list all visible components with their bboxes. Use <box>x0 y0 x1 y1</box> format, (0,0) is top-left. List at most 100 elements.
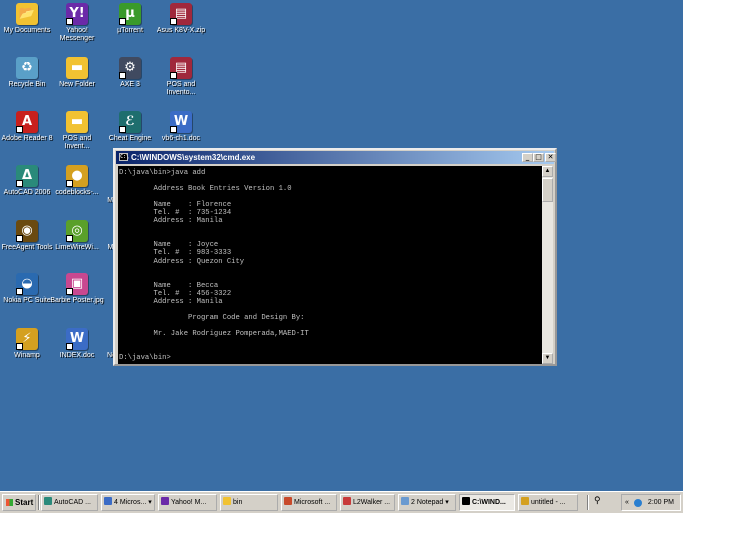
adobe-reader-icon: A <box>16 111 38 133</box>
console-text: D:\java\bin>java add Address Book Entrie… <box>119 169 309 363</box>
freeagent-icon: ◉ <box>16 220 38 242</box>
desktop-icon-pos-and-invent[interactable]: ▬ POS and Invent... <box>50 111 104 151</box>
desktop-icon-label: Yahoo! Messenger <box>59 27 95 42</box>
desktop-icon-recycle-bin[interactable]: ♻ Recycle Bin <box>0 57 54 89</box>
desktop-icon-label: POS and Invent... <box>62 135 92 150</box>
desktop-icon-label: Winamp <box>14 352 40 359</box>
taskbar-app-icon <box>343 497 351 505</box>
utorrent-icon: µ <box>119 3 141 25</box>
network-icon[interactable] <box>634 499 642 507</box>
taskbar-button-microsoft[interactable]: Microsoft ... <box>281 494 337 511</box>
cmd-window[interactable]: C:\ C:\WINDOWS\system32\cmd.exe _ □ ✕ D:… <box>113 148 557 366</box>
system-tray: « 2:00 PM <box>621 494 681 511</box>
winrar-icon: ▤ <box>170 3 192 25</box>
close-button[interactable]: ✕ <box>545 153 556 162</box>
desktop-icon-pos-and-invento[interactable]: ▤ POS and Invento... <box>154 57 208 97</box>
desktop-icon-adobe-reader-8[interactable]: A Adobe Reader 8 <box>0 111 54 143</box>
desktop: 📂 My Documents Y! Yahoo! Messenger µ µTorrent… <box>0 0 683 491</box>
taskbar-button-label: bin <box>233 499 243 506</box>
folder-icon: ▬ <box>66 111 88 133</box>
minimize-button[interactable]: _ <box>522 153 533 162</box>
cmd-title: C:\WINDOWS\system32\cmd.exe <box>131 153 256 162</box>
taskbar-button-label: AutoCAD ... <box>54 499 91 506</box>
desktop-icon-label: LimeWireWi... <box>55 244 99 251</box>
cmd-title-bar[interactable]: C:\ C:\WINDOWS\system32\cmd.exe _ □ ✕ <box>116 151 556 164</box>
desktop-icon-nokia-pc-suite[interactable]: ◒ Nokia PC Suite <box>0 273 54 305</box>
desktop-icon-label: New Folder <box>59 81 95 88</box>
desktop-icon-label: vb6-ch1.doc <box>161 135 201 142</box>
taskbar-button-label: untitled - ... <box>531 499 566 506</box>
taskbar-button-untitled[interactable]: untitled - ... <box>518 494 578 511</box>
desktop-icon-barbie-poster-jpg[interactable]: ▣ Barbie Poster.jpg <box>50 273 104 305</box>
desktop-icon-yahoo-messenger[interactable]: Y! Yahoo! Messenger <box>50 3 104 43</box>
desktop-icon-my-documents[interactable]: 📂 My Documents <box>0 3 54 35</box>
tray-expand-chevron[interactable]: « <box>625 495 629 510</box>
desktop-icon-freeagent-tools[interactable]: ◉ FreeAgent Tools <box>0 220 54 252</box>
desktop-icon-label: µTorrent <box>117 27 143 34</box>
image-file-icon: ▣ <box>66 273 88 295</box>
folder-icon: ▬ <box>66 57 88 79</box>
taskbar-button-label: 2 Notepad ▾ <box>411 499 449 506</box>
desktop-icon-torrent[interactable]: µ µTorrent <box>103 3 157 35</box>
desktop-icon-winamp[interactable]: ⚡ Winamp <box>0 328 54 360</box>
taskbar-button-yahoo-m[interactable]: Yahoo! M... <box>158 494 217 511</box>
taskbar-button-autocad[interactable]: AutoCAD ... <box>41 494 98 511</box>
start-label: Start <box>15 498 34 507</box>
desktop-icon-label: INDEX.doc <box>59 352 95 359</box>
cheat-engine-icon: ℰ <box>119 111 141 133</box>
yahoo-icon: Y! <box>66 3 88 25</box>
recycle-bin-icon: ♻ <box>16 57 38 79</box>
desktop-icon-vb6-ch1-doc[interactable]: Wvb6-ch1.doc <box>154 111 208 143</box>
desktop-icon-label: My Documents <box>3 27 51 34</box>
desktop-icon-new-folder[interactable]: ▬ New Folder <box>50 57 104 89</box>
desktop-icon-cheat-engine[interactable]: ℰ Cheat Engine <box>103 111 157 143</box>
taskbar-button-label: C:\WIND... <box>472 499 506 506</box>
taskbar-button-bin[interactable]: bin <box>220 494 278 511</box>
cmd-icon: C:\ <box>119 153 130 161</box>
taskbar-app-icon <box>44 497 52 505</box>
autocad-icon: Δ <box>16 165 38 187</box>
taskbar-button-c-wind[interactable]: C:\WIND... <box>459 494 515 511</box>
scroll-up-arrow-icon[interactable]: ▲ <box>542 166 553 177</box>
scroll-down-arrow-icon[interactable]: ▼ <box>542 353 553 364</box>
maximize-button[interactable]: □ <box>533 153 544 162</box>
desktop-icon-label: Adobe Reader 8 <box>1 135 53 142</box>
start-button[interactable]: Start <box>2 494 36 511</box>
desktop-icon-codeblocks[interactable]: ● codeblocks-... <box>50 165 104 197</box>
taskbar-app-icon <box>161 497 169 505</box>
clock[interactable]: 2:00 PM <box>648 495 674 510</box>
taskbar-button-label: Microsoft ... <box>294 499 331 506</box>
taskbar: Start AutoCAD ... 4 Micros... ▾ Yahoo! M..… <box>0 491 683 513</box>
desktop-icon-autocad-2006[interactable]: Δ AutoCAD 2006 <box>0 165 54 197</box>
desktop-icon-label: AXE 3 <box>120 81 140 88</box>
desktop-icon-axe-3[interactable]: ⚙ AXE 3 <box>103 57 157 89</box>
vertical-scrollbar[interactable]: ▲ ▼ <box>542 166 553 364</box>
taskbar-app-icon <box>223 497 231 505</box>
quick-launch-icon[interactable]: ⚲ <box>594 495 601 506</box>
desktop-icon-label: Nokia PC Suite <box>3 297 51 304</box>
taskbar-app-icon <box>521 497 529 505</box>
codeblocks-icon: ● <box>66 165 88 187</box>
desktop-icon-asus-k8v-x-zip[interactable]: ▤ Asus K8V-X.zip <box>154 3 208 35</box>
taskbar-button-label: Yahoo! M... <box>171 499 207 506</box>
taskbar-separator <box>587 495 589 510</box>
desktop-icon-limewirewi[interactable]: ◎ LimeWireWi... <box>50 220 104 252</box>
windows-flag-icon <box>6 499 13 506</box>
taskbar-button-4-micros[interactable]: 4 Micros... ▾ <box>101 494 155 511</box>
winrar-icon: ▤ <box>170 57 192 79</box>
desktop-icon-label: FreeAgent Tools <box>1 244 53 251</box>
desktop-icon-label: POS and Invento... <box>166 81 196 96</box>
word-document-icon: W <box>170 111 192 133</box>
scroll-thumb[interactable] <box>542 178 553 202</box>
desktop-icon-label: Recycle Bin <box>8 81 46 88</box>
taskbar-app-icon <box>462 497 470 505</box>
folder-icon: 📂 <box>16 3 38 25</box>
desktop-icon-label: AutoCAD 2006 <box>3 189 51 196</box>
taskbar-button-l2walker[interactable]: L2Walker ... <box>340 494 395 511</box>
desktop-icon-label: codeblocks-... <box>55 189 99 196</box>
limewire-icon: ◎ <box>66 220 88 242</box>
taskbar-button-2-notepad[interactable]: 2 Notepad ▾ <box>398 494 456 511</box>
desktop-icon-index-doc[interactable]: W INDEX.doc <box>50 328 104 360</box>
taskbar-button-label: L2Walker ... <box>353 499 391 506</box>
console-output[interactable]: D:\java\bin>java add Address Book Entrie… <box>118 166 543 364</box>
